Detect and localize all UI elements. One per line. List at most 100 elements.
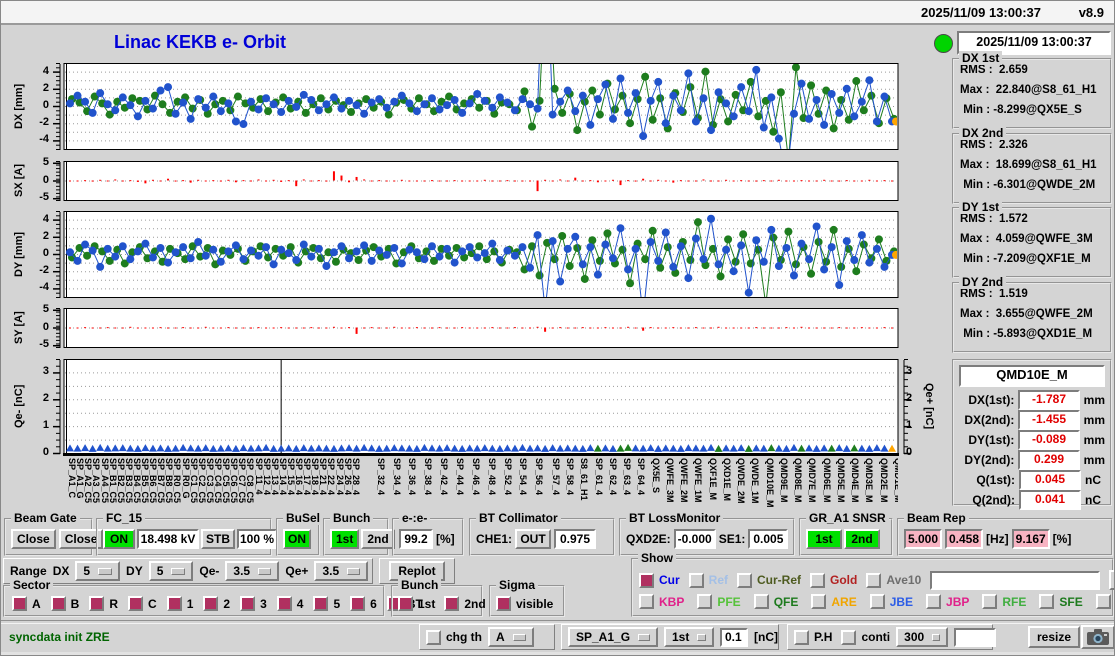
checkbox-box[interactable] bbox=[869, 594, 885, 609]
busel-on-button[interactable]: ON bbox=[283, 529, 311, 549]
checkbox-box[interactable] bbox=[426, 629, 441, 645]
extra-input[interactable] bbox=[954, 627, 997, 647]
checkbox-a[interactable]: A bbox=[12, 596, 41, 611]
checkbox-box[interactable] bbox=[50, 596, 66, 611]
checkbox-box[interactable] bbox=[276, 596, 292, 611]
bpm-x-label: QWDE_2M bbox=[736, 458, 747, 504]
checkbox-1st[interactable]: 1st bbox=[398, 596, 435, 611]
checkbox-box[interactable] bbox=[89, 596, 105, 611]
sp-select-panel: SP_A1_G 1st [nC] bbox=[561, 624, 779, 650]
checkbox-2[interactable]: 2 bbox=[203, 596, 230, 611]
checkbox-cur-ref[interactable]: Cur-Ref bbox=[737, 572, 802, 588]
checkbox-box[interactable] bbox=[444, 596, 460, 611]
checkbox-rfe[interactable]: RFE bbox=[982, 594, 1026, 609]
bunch-2nd-button[interactable]: 2nd bbox=[361, 529, 395, 549]
checkbox-box[interactable] bbox=[639, 572, 654, 588]
checkbox-box[interactable] bbox=[753, 594, 769, 609]
checkbox-1[interactable]: 1 bbox=[166, 596, 193, 611]
bunch-1st-button[interactable]: 1st bbox=[330, 529, 360, 549]
y-axis-label-right: Qe+ [nC] bbox=[923, 382, 935, 430]
checkbox-box[interactable] bbox=[982, 594, 998, 609]
checkbox-pfe[interactable]: PFE bbox=[697, 594, 741, 609]
checkbox-ave10[interactable]: Ave10 bbox=[866, 572, 921, 588]
bpm-x-label: SP_36_4 bbox=[407, 458, 418, 496]
checkbox-box[interactable] bbox=[128, 596, 144, 611]
status-message: syncdata init ZRE bbox=[9, 630, 110, 644]
checkbox-box[interactable] bbox=[737, 572, 753, 588]
checkbox-ref[interactable]: Ref bbox=[688, 572, 728, 588]
chg-sector-select[interactable]: A bbox=[488, 627, 534, 647]
bpm-x-label: QX5E_S bbox=[650, 458, 661, 494]
checkbox-box[interactable] bbox=[688, 572, 704, 588]
checkbox-qfe[interactable]: QFE bbox=[753, 594, 798, 609]
checkbox-are[interactable]: ARE bbox=[811, 594, 857, 609]
checkbox-box[interactable] bbox=[313, 596, 329, 611]
checkbox-2nd[interactable]: 2nd bbox=[444, 596, 486, 611]
monitor-row: DY(1st): -0.089 mm bbox=[959, 429, 1105, 450]
checkbox-visible[interactable]: visible bbox=[496, 596, 553, 611]
fc15-stb-button[interactable]: STB bbox=[201, 529, 235, 549]
checkbox-box[interactable] bbox=[794, 629, 809, 645]
stats-title: DY 2nd bbox=[959, 275, 1007, 289]
checkbox-sfe[interactable]: SFE bbox=[1039, 594, 1083, 609]
range-qe-minus-select[interactable]: 3.5 bbox=[225, 561, 280, 581]
checkbox-box[interactable] bbox=[1039, 594, 1055, 609]
checkbox-cur[interactable]: Cur bbox=[639, 572, 680, 588]
sp-bpm-select[interactable]: SP_A1_G bbox=[568, 627, 658, 647]
checkbox-box[interactable] bbox=[866, 572, 882, 588]
bpm-name-display[interactable]: QMD10E_M bbox=[959, 365, 1105, 387]
checkbox-box[interactable] bbox=[811, 594, 827, 609]
checkbox-r[interactable]: R bbox=[89, 596, 118, 611]
checkbox-jbp[interactable]: JBP bbox=[926, 594, 969, 609]
beam-gate-close-1-button[interactable]: Close bbox=[11, 529, 56, 549]
range-qe-plus-select[interactable]: 3.5 bbox=[314, 561, 369, 581]
checkbox-chg-th[interactable]: chg th bbox=[426, 629, 482, 645]
checkbox-box[interactable] bbox=[810, 572, 826, 588]
checkbox-label: Cur-Ref bbox=[757, 573, 802, 587]
ref-name-input[interactable] bbox=[930, 570, 1101, 590]
checkbox-box[interactable] bbox=[350, 596, 366, 611]
checkbox-box[interactable] bbox=[12, 596, 27, 611]
checkbox-c[interactable]: C bbox=[128, 596, 157, 611]
checkbox-box[interactable] bbox=[841, 629, 857, 645]
bunch-select-group: Bunch 1st 2nd bbox=[323, 511, 395, 556]
fc15-kv-readout: 18.498 kV bbox=[137, 529, 199, 549]
checkbox-6[interactable]: 6 bbox=[350, 596, 377, 611]
option-menu-indicator-icon bbox=[347, 567, 361, 575]
checkbox-label: R bbox=[109, 596, 119, 611]
checkbox-gold[interactable]: Gold bbox=[810, 572, 858, 588]
checkbox-box[interactable] bbox=[496, 596, 511, 611]
checkbox-box[interactable] bbox=[203, 596, 219, 611]
resize-button[interactable]: resize bbox=[1028, 626, 1081, 648]
min-label: Min : bbox=[963, 104, 991, 116]
threshold-input[interactable] bbox=[720, 627, 748, 647]
range-dx-select[interactable]: 5 bbox=[75, 561, 121, 581]
checkbox-label: Gold bbox=[830, 573, 858, 587]
range-dy-select[interactable]: 5 bbox=[148, 561, 194, 581]
checkbox-box[interactable] bbox=[697, 594, 713, 609]
checkbox-4[interactable]: 4 bbox=[276, 596, 303, 611]
set-ref-button[interactable]: Set Ref bbox=[1109, 570, 1114, 590]
fc15-on-button[interactable]: ON bbox=[103, 529, 135, 549]
checkbox-zre[interactable]: ZRE bbox=[1095, 594, 1114, 609]
checkbox-box[interactable] bbox=[398, 596, 413, 611]
checkbox-b[interactable]: B bbox=[50, 596, 79, 611]
checkbox-5[interactable]: 5 bbox=[313, 596, 340, 611]
checkbox-kbp[interactable]: KBP bbox=[639, 594, 684, 609]
checkbox-box[interactable] bbox=[639, 594, 654, 609]
checkbox-3[interactable]: 3 bbox=[240, 596, 267, 611]
checkbox-box[interactable] bbox=[240, 596, 256, 611]
checkbox-jbe[interactable]: JBE bbox=[869, 594, 913, 609]
sp-bunch-select[interactable]: 1st bbox=[664, 627, 714, 647]
gra1-2nd-button[interactable]: 2nd bbox=[844, 529, 880, 549]
checkbox-box[interactable] bbox=[166, 596, 182, 611]
che1-out-button[interactable]: OUT bbox=[515, 529, 552, 549]
checkbox-p-h[interactable]: P.H bbox=[794, 629, 832, 645]
gra1-1st-button[interactable]: 1st bbox=[806, 529, 842, 549]
checkbox-conti[interactable]: conti bbox=[841, 629, 890, 645]
checkbox-box[interactable] bbox=[1095, 594, 1111, 609]
checkbox-box[interactable] bbox=[926, 594, 942, 609]
y-tick-label: 2 bbox=[42, 229, 49, 242]
points-select[interactable]: 300 bbox=[896, 627, 949, 647]
screenshot-camera-button[interactable] bbox=[1081, 625, 1114, 649]
